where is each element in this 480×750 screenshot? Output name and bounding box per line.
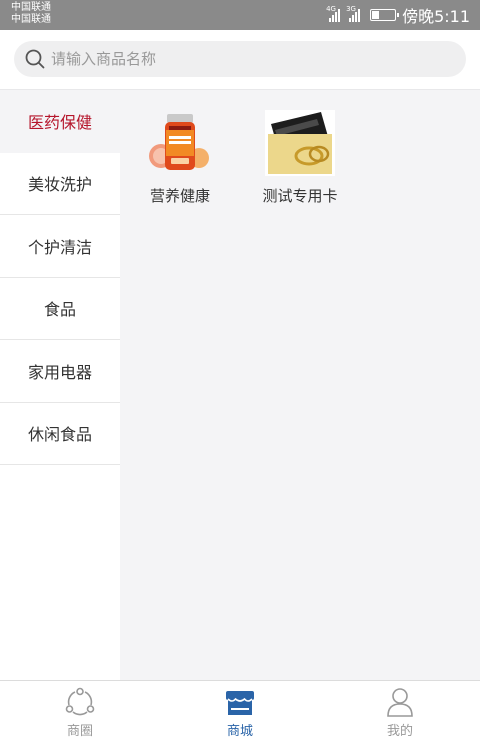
tab-business-circle[interactable]: 商圈 <box>30 681 130 750</box>
status-bar: 中国联通 中国联通 4G 3G 傍晚5:11 <box>0 0 480 30</box>
category-item-beauty[interactable]: 美妆洗护 <box>0 153 120 215</box>
user-icon <box>387 688 413 717</box>
category-item-health[interactable]: 医药保健 <box>0 90 120 153</box>
product-panel: 营养健康 测试专用卡 <box>120 90 480 680</box>
tab-mine[interactable]: 我的 <box>350 681 450 750</box>
product-name: 营养健康 <box>149 187 210 205</box>
network-type-label: 4G <box>326 5 336 13</box>
category-label: 医药保健 <box>27 113 92 133</box>
product-item-test-card[interactable]: 测试专用卡 <box>245 110 355 206</box>
supplement-bottle-image <box>149 114 209 170</box>
category-label: 休闲食品 <box>27 425 92 445</box>
status-time: 傍晚5:11 <box>402 7 470 26</box>
signal-icon: 3G <box>346 5 361 22</box>
category-item-snacks[interactable]: 休闲食品 <box>0 403 120 465</box>
network-type-label: 3G <box>346 5 356 13</box>
category-item-food[interactable]: 食品 <box>0 278 120 340</box>
search-bar <box>0 30 480 90</box>
category-item-personal-care[interactable]: 个护清洁 <box>0 215 120 278</box>
category-label: 食品 <box>43 300 76 320</box>
tab-label: 我的 <box>386 724 413 739</box>
signal-icon: 4G <box>326 5 341 22</box>
tab-label: 商圈 <box>66 724 93 739</box>
tab-mall[interactable]: 商城 <box>190 681 290 750</box>
carrier-label-1: 中国联通 <box>11 2 51 13</box>
product-item-nutrition[interactable]: 营养健康 <box>125 110 235 206</box>
category-label: 个护清洁 <box>27 237 92 257</box>
circle-nodes-icon <box>65 687 95 716</box>
search-icon <box>25 49 45 69</box>
category-label: 家用电器 <box>27 362 92 382</box>
carrier-info: 中国联通 中国联通 <box>11 2 51 26</box>
tab-label: 商城 <box>226 724 253 739</box>
gift-card-image <box>265 110 335 176</box>
category-item-appliances[interactable]: 家用电器 <box>0 340 120 403</box>
battery-icon <box>370 9 400 21</box>
category-sidebar: 医药保健 美妆洗护 个护清洁 食品 家用电器 休闲食品 <box>0 90 120 680</box>
store-icon <box>226 691 254 715</box>
carrier-label-2: 中国联通 <box>11 14 51 25</box>
search-box[interactable] <box>14 41 466 77</box>
bottom-tab-bar: 商圈 商城 我的 <box>0 680 480 750</box>
search-input[interactable] <box>51 50 431 68</box>
category-label: 美妆洗护 <box>27 175 92 195</box>
status-icons: 4G 3G 傍晚5:11 <box>326 5 470 26</box>
product-name: 测试专用卡 <box>262 187 338 205</box>
